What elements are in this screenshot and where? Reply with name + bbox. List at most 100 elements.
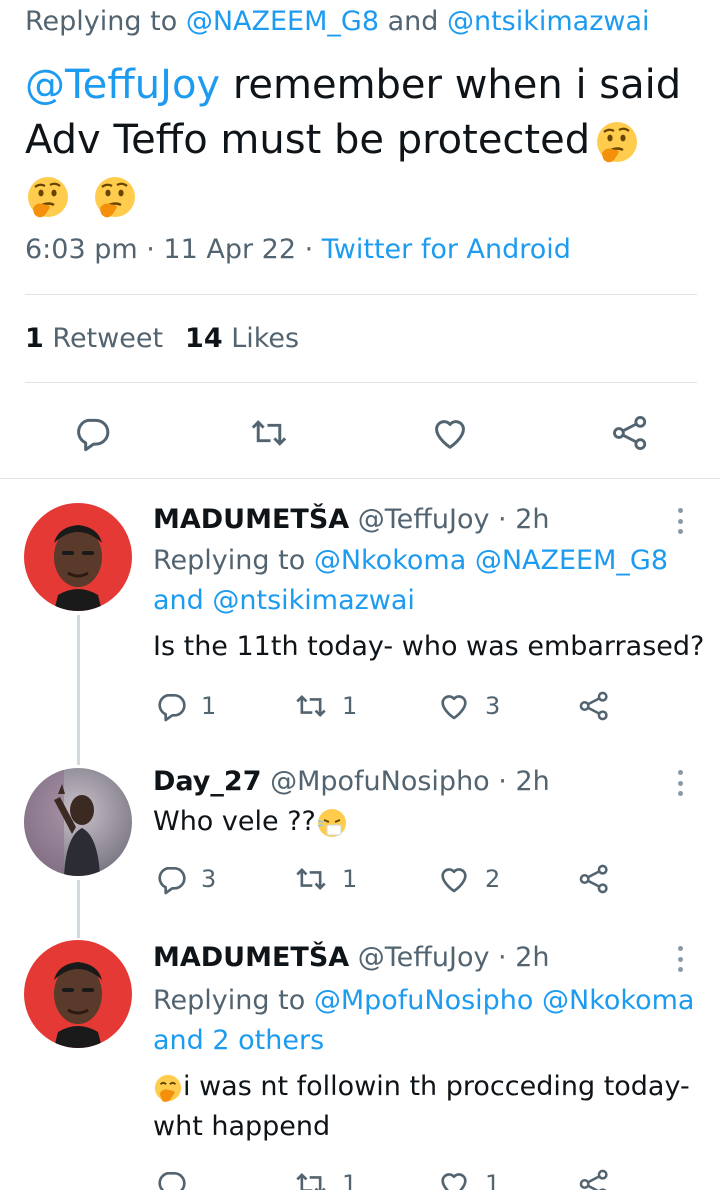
replying-users-link[interactable]: and 2 others — [153, 1025, 324, 1056]
mention-link[interactable]: @TeffuJoy — [25, 62, 220, 108]
divider — [25, 294, 697, 295]
retweet-count: 1 — [342, 865, 358, 893]
replying-user-link[interactable]: @ntsikimazwai — [447, 6, 650, 37]
thinking-face-emoji — [594, 119, 640, 165]
meta-separator: · — [296, 234, 322, 265]
avatar[interactable] — [24, 768, 132, 876]
like-icon — [435, 420, 465, 449]
retweet-icon — [296, 694, 326, 718]
reply-count: 1 — [201, 692, 217, 720]
reply-icon — [158, 694, 186, 722]
likes-stat[interactable]: 14 Likes — [185, 323, 299, 354]
replying-prefix: Replying to — [153, 545, 314, 576]
replying-prefix: Replying to — [153, 985, 314, 1016]
reply-button[interactable] — [70, 411, 114, 455]
retweet-label: Retweet — [52, 323, 164, 354]
timestamp[interactable]: · 2h — [489, 504, 549, 535]
replying-users-link[interactable]: @Nkokoma @NAZEEM_G8 — [314, 545, 668, 576]
reply-body: Who vele ?? — [153, 806, 316, 837]
main-replying-to: Replying to @NAZEEM_G8 and @ntsikimazwai — [25, 6, 650, 37]
reply-replying-to: Replying to @Nkokoma @NAZEEM_G8 and @nts… — [153, 541, 713, 621]
retweet-count: 1 — [342, 692, 358, 720]
likes-label: Likes — [231, 323, 300, 354]
replying-and: and — [379, 6, 447, 37]
retweet-icon — [296, 867, 326, 891]
display-name[interactable]: Day_27 — [153, 766, 261, 797]
like-button[interactable]: 1 — [437, 1164, 500, 1190]
share-button[interactable] — [577, 686, 611, 726]
reply-actions: 3 1 2 — [153, 859, 713, 899]
like-count: 2 — [485, 865, 501, 893]
retweet-button[interactable]: 1 — [294, 859, 357, 899]
reply-header: MADUMETŠA @TeffuJoy · 2h — [153, 504, 550, 535]
tweet-stats: 1 Retweet 14 Likes — [25, 323, 299, 354]
more-button[interactable] — [668, 504, 692, 538]
reply-button[interactable]: 3 — [155, 859, 216, 899]
reply-button[interactable] — [155, 1164, 201, 1190]
reply-button[interactable]: 1 — [155, 686, 216, 726]
main-tweet-text: @TeffuJoy remember when i said Adv Teffo… — [25, 58, 705, 223]
retweet-count: 1 — [342, 1170, 358, 1190]
reply-replying-to: Replying to @MpofuNosipho @Nkokoma and 2… — [153, 981, 713, 1061]
meta-separator: · — [137, 234, 164, 265]
reply-icon — [158, 1172, 186, 1190]
like-button[interactable]: 2 — [437, 859, 500, 899]
tweet-meta: 6:03 pm · 11 Apr 22 · Twitter for Androi… — [25, 234, 571, 265]
replying-prefix: Replying to — [25, 6, 186, 37]
like-button[interactable] — [428, 411, 472, 455]
replying-users-link[interactable]: @MpofuNosipho @Nkokoma — [314, 985, 695, 1016]
reply-actions: 1 1 — [153, 1164, 713, 1190]
thinking-face-emoji — [25, 174, 71, 220]
like-icon — [441, 1173, 467, 1190]
retweets-stat[interactable]: 1 Retweet — [25, 323, 163, 354]
avatar[interactable] — [24, 940, 132, 1048]
reply-tweet[interactable]: MADUMETŠA @TeffuJoy · 2h Replying to @Nk… — [0, 478, 720, 740]
share-icon — [579, 691, 608, 721]
timestamp[interactable]: · 2h — [489, 942, 549, 973]
divider — [25, 382, 697, 383]
handle[interactable]: @TeffuJoy — [358, 504, 490, 535]
like-icon — [441, 695, 467, 720]
handle[interactable]: @TeffuJoy — [358, 942, 490, 973]
thinking-face-emoji — [92, 174, 138, 220]
main-tweet-actions — [0, 405, 720, 461]
display-name[interactable]: MADUMETŠA — [153, 504, 349, 535]
reply-body-line: i was nt followin th procceding today- — [183, 1071, 690, 1102]
retweet-icon — [251, 420, 287, 446]
like-button[interactable]: 3 — [437, 686, 500, 726]
reply-actions: 1 1 3 — [153, 686, 713, 726]
like-count: 1 — [485, 1170, 501, 1190]
reply-tweet[interactable]: Day_27 @MpofuNosipho · 2h Who vele ?? 3 … — [0, 740, 720, 920]
share-button[interactable] — [608, 411, 652, 455]
hand-over-mouth-emoji — [153, 1073, 183, 1103]
reply-body-line: wht happend — [153, 1111, 331, 1142]
reply-text: Who vele ?? — [153, 802, 708, 842]
tweet-source-link[interactable]: Twitter for Android — [322, 234, 571, 265]
reply-header: Day_27 @MpofuNosipho · 2h — [153, 766, 550, 797]
tweet-date[interactable]: 11 Apr 22 — [163, 234, 296, 265]
share-button[interactable] — [577, 1164, 611, 1190]
reply-icon — [77, 418, 110, 452]
like-icon — [441, 868, 467, 893]
replying-user-link[interactable]: @NAZEEM_G8 — [186, 6, 379, 37]
more-button[interactable] — [668, 942, 692, 976]
retweet-button[interactable]: 1 — [294, 1164, 357, 1190]
avatar[interactable] — [24, 503, 132, 611]
retweet-button[interactable]: 1 — [294, 686, 357, 726]
handle[interactable]: @MpofuNosipho — [270, 766, 490, 797]
timestamp[interactable]: · 2h — [490, 766, 549, 797]
reply-header: MADUMETŠA @TeffuJoy · 2h — [153, 942, 550, 973]
share-icon — [579, 1169, 608, 1190]
likes-count: 14 — [185, 323, 223, 354]
share-button[interactable] — [577, 859, 611, 899]
reply-text: i was nt followin th procceding today- w… — [153, 1067, 708, 1147]
share-icon — [613, 416, 647, 450]
reply-tweet[interactable]: MADUMETŠA @TeffuJoy · 2h Replying to @Mp… — [0, 916, 720, 1190]
more-button[interactable] — [668, 766, 692, 800]
retweet-button[interactable] — [247, 411, 291, 455]
replying-users-link[interactable]: and @ntsikimazwai — [153, 585, 415, 616]
reply-text: Is the 11th today- who was embarrased? — [153, 631, 705, 662]
retweet-count: 1 — [25, 323, 44, 354]
display-name[interactable]: MADUMETŠA — [153, 942, 349, 973]
tweet-time[interactable]: 6:03 pm — [25, 234, 138, 265]
